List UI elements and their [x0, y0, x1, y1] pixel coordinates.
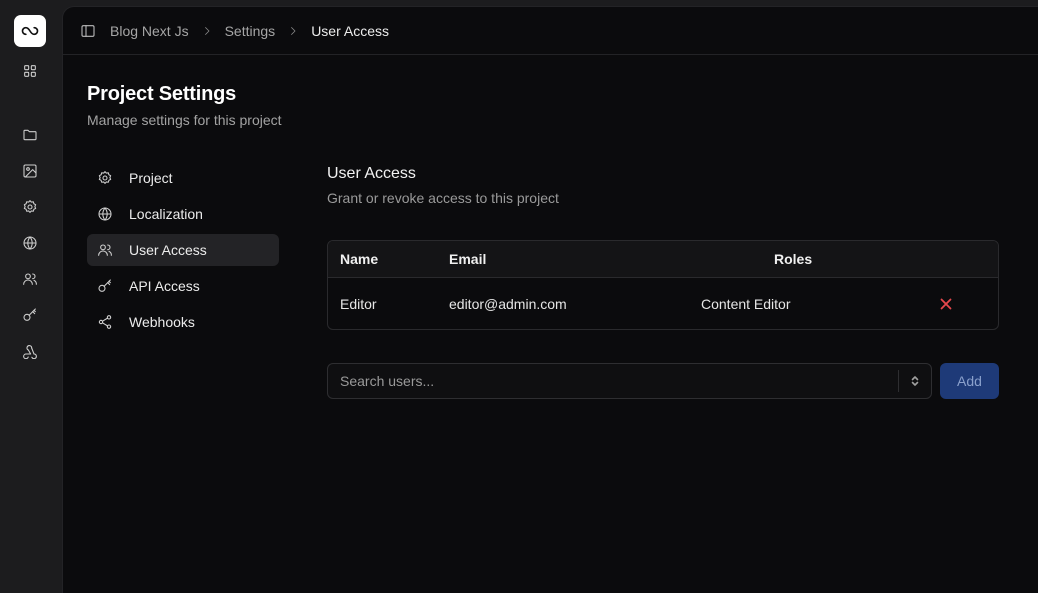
top-bar: Blog Next Js Settings User Access: [63, 7, 1038, 55]
users-icon[interactable]: [21, 270, 39, 288]
users-icon: [98, 244, 112, 256]
nav-item-label: User Access: [129, 242, 207, 258]
chevron-right-icon: [287, 25, 299, 37]
nav-item-label: Webhooks: [129, 314, 195, 330]
image-icon[interactable]: [21, 162, 39, 180]
globe-icon: [98, 207, 112, 221]
table-row: Editor editor@admin.com Content Editor: [328, 278, 998, 329]
key-icon: [98, 279, 111, 292]
close-icon: [940, 298, 952, 310]
nav-item-label: Project: [129, 170, 173, 186]
key-icon[interactable]: [21, 306, 39, 324]
nav-item-webhooks[interactable]: Webhooks: [87, 306, 279, 338]
globe-icon[interactable]: [21, 234, 39, 252]
column-header-email: Email: [449, 251, 487, 267]
gear-icon[interactable]: [21, 198, 39, 216]
remove-user-button[interactable]: [938, 296, 954, 312]
nav-item-label: Localization: [129, 206, 203, 222]
main-panel: Blog Next Js Settings User Access Projec…: [62, 6, 1038, 593]
nav-item-project[interactable]: Project: [87, 162, 279, 194]
nav-item-label: API Access: [129, 278, 200, 294]
nav-item-localization[interactable]: Localization: [87, 198, 279, 230]
user-access-table: Name Email Roles Editor editor@admin.com…: [327, 240, 999, 330]
page-subtitle: Manage settings for this project: [87, 112, 282, 128]
column-header-roles: Roles: [774, 251, 813, 267]
breadcrumb-project[interactable]: Blog Next Js: [110, 23, 189, 39]
section-subtitle: Grant or revoke access to this project: [327, 190, 559, 206]
table-header: Name Email Roles: [328, 241, 998, 278]
webhook-icon[interactable]: [21, 342, 39, 360]
folder-icon[interactable]: [21, 126, 39, 144]
column-header-name: Name: [340, 251, 379, 267]
cell-role: Content Editor: [701, 296, 791, 312]
chevron-right-icon: [201, 25, 213, 37]
breadcrumb-settings[interactable]: Settings: [225, 23, 276, 39]
user-search-combobox[interactable]: [327, 363, 932, 399]
settings-nav: Project Localization User Access API Acc…: [87, 162, 279, 342]
add-user-button[interactable]: Add: [940, 363, 999, 399]
nav-item-api-access[interactable]: API Access: [87, 270, 279, 302]
section-title: User Access: [327, 165, 416, 182]
cell-email: editor@admin.com: [449, 296, 567, 312]
select-toggle-button[interactable]: [898, 370, 931, 392]
grid-icon[interactable]: [21, 62, 39, 80]
sidebar-toggle-icon[interactable]: [80, 23, 96, 39]
page-title: Project Settings: [87, 83, 237, 105]
cell-name: Editor: [340, 296, 377, 312]
nav-item-user-access[interactable]: User Access: [87, 234, 279, 266]
breadcrumb-current: User Access: [311, 22, 389, 39]
app-rail: [0, 0, 62, 593]
share-icon: [98, 315, 112, 329]
search-users-input[interactable]: [328, 364, 898, 398]
logo-icon[interactable]: [14, 15, 46, 47]
chevrons-up-down-icon: [911, 376, 919, 386]
gear-icon: [98, 171, 112, 184]
